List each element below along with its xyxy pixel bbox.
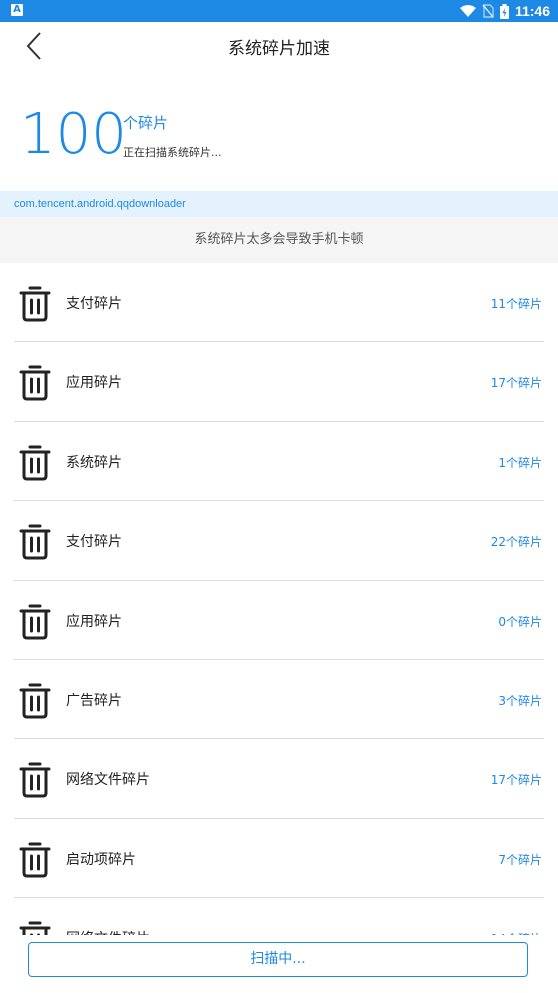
trash-icon (18, 840, 52, 878)
list-item-count: 0个碎片 (498, 614, 542, 629)
page-title: 系统碎片加速 (228, 39, 330, 59)
list-item-count: 11个碎片 (490, 297, 542, 311)
trash-icon (18, 363, 52, 401)
list-item-label: 支付碎片 (66, 296, 122, 312)
clock: 11:46 (514, 3, 550, 19)
list-item[interactable]: 应用碎片 17个碎片 (14, 342, 544, 422)
list-item-count: 3个碎片 (498, 693, 542, 708)
list-item[interactable]: 支付碎片 11个碎片 (14, 263, 544, 343)
list-item[interactable]: 广告碎片 3个碎片 (14, 660, 544, 740)
list-item-label: 网络文件碎片 (66, 772, 150, 789)
list-item-label: 启动项碎片 (66, 851, 136, 868)
list-item-count: 1个碎片 (498, 455, 542, 470)
status-icons: 11:46 (459, 0, 550, 22)
scanning-button[interactable]: 扫描中... (28, 942, 528, 977)
fragment-count: 100 (20, 102, 127, 167)
list-item[interactable]: 网络文件碎片 17个碎片 (14, 739, 544, 819)
trash-icon (18, 919, 52, 935)
trash-icon (18, 443, 52, 481)
fragment-unit: 个碎片 (123, 114, 169, 132)
no-sim-icon (482, 4, 494, 18)
warning-banner: 系统碎片太多会导致手机卡顿 (0, 217, 558, 263)
scan-summary: 100 个碎片 正在扫描系统碎片... (0, 100, 558, 170)
list-item-count: 22个碎片 (490, 535, 542, 550)
list-item-label: 广告碎片 (66, 692, 122, 709)
trash-icon (18, 681, 52, 719)
list-item[interactable]: 支付碎片 22个碎片 (14, 501, 544, 581)
list-item[interactable]: 启动项碎片 7个碎片 (14, 819, 544, 899)
list-item-label: 应用碎片 (66, 613, 122, 630)
list-item[interactable]: 系统碎片 1个碎片 (14, 422, 544, 502)
list-item-label: 系统碎片 (66, 454, 122, 471)
wifi-icon (459, 5, 476, 17)
trash-icon (18, 602, 52, 640)
status-bar: A 11:46 (0, 0, 558, 22)
trash-icon (18, 522, 52, 560)
footer: 扫描中... (0, 935, 558, 993)
trash-icon (18, 760, 52, 798)
notification-a-icon: A (11, 4, 23, 16)
trash-icon (18, 284, 52, 322)
header: 系统碎片加速 (0, 22, 558, 70)
list-item-label: 支付碎片 (66, 534, 122, 551)
list-item-label: 网络文件碎片 (66, 928, 150, 935)
fragment-list: 支付碎片 11个碎片 应用碎片 17个碎片 系统碎片 1个碎片 支付碎片 22个碎片 应用碎片 0… (0, 263, 558, 935)
list-item-count: 7个碎片 (498, 852, 542, 867)
list-item-label: 应用碎片 (66, 375, 122, 392)
list-item[interactable]: 网络文件碎片14个碎片 (14, 898, 544, 935)
list-item-count: 17个碎片 (490, 773, 542, 788)
current-package: com.tencent.android.qqdownloader (0, 191, 558, 217)
battery-icon (499, 3, 509, 19)
list-item[interactable]: 应用碎片 0个碎片 (14, 581, 544, 660)
list-item-count: 17个碎片 (490, 376, 542, 391)
scan-status-text: 正在扫描系统碎片... (123, 146, 222, 159)
